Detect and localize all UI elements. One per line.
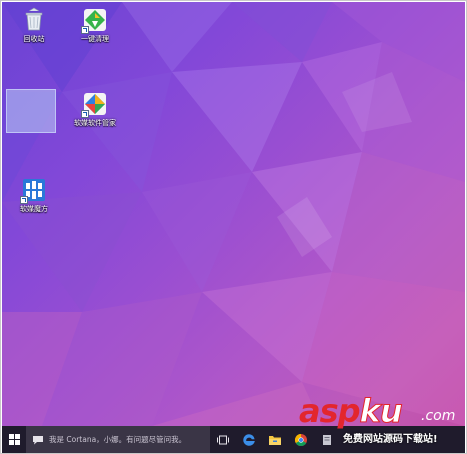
screenshot-frame: 回收站 一键清理 软媒软件管家 软媒魔方 我是 Cortana，小娜。有问题尽管… xyxy=(0,0,467,454)
cortana-search-box[interactable]: 我是 Cortana，小娜。有问题尽管问我。 xyxy=(26,426,210,453)
shortcut-arrow-icon xyxy=(81,110,89,118)
desktop-icon-cleanup[interactable]: 一键清理 xyxy=(65,7,125,44)
desktop-icon-rubiks-cube[interactable]: 软媒魔方 xyxy=(4,177,64,214)
pinned-app-button[interactable] xyxy=(314,426,340,453)
file-explorer-icon xyxy=(269,435,281,445)
desktop-icon-label: 软媒软件管家 xyxy=(74,119,116,127)
recycle-bin-icon xyxy=(21,7,47,33)
desktop-selection-box xyxy=(6,89,56,133)
search-placeholder: 我是 Cortana，小娜。有问题尽管问我。 xyxy=(49,435,187,444)
windows-logo-icon xyxy=(8,434,20,445)
desktop-icon-recycle-bin[interactable]: 回收站 xyxy=(4,7,64,44)
shortcut-arrow-icon xyxy=(20,196,28,204)
desktop-icon-label: 一键清理 xyxy=(81,35,109,43)
desktop-icon-label: 回收站 xyxy=(23,35,45,43)
desktop-icon-label: 软媒魔方 xyxy=(20,205,48,213)
cortana-chat-icon xyxy=(33,435,43,444)
rubiks-cube-app-icon xyxy=(20,177,47,204)
taskbar: 我是 Cortana，小娜。有问题尽管问我。 xyxy=(2,426,465,453)
task-view-button[interactable] xyxy=(210,426,236,453)
software-manager-icon xyxy=(81,91,108,118)
desktop-icon-software-manager[interactable]: 软媒软件管家 xyxy=(65,91,125,128)
chrome-browser-button[interactable] xyxy=(288,426,314,453)
file-explorer-button[interactable] xyxy=(262,426,288,453)
task-view-icon xyxy=(217,435,229,444)
chrome-browser-icon xyxy=(294,433,307,446)
edge-browser-icon xyxy=(243,433,255,446)
start-button[interactable] xyxy=(2,426,26,453)
shortcut-arrow-icon xyxy=(81,26,89,34)
polygon-pattern xyxy=(2,2,465,426)
app-icon xyxy=(323,434,331,445)
edge-browser-button[interactable] xyxy=(236,426,262,453)
desktop-wallpaper xyxy=(2,2,465,426)
broom-cleanup-icon xyxy=(81,7,108,34)
